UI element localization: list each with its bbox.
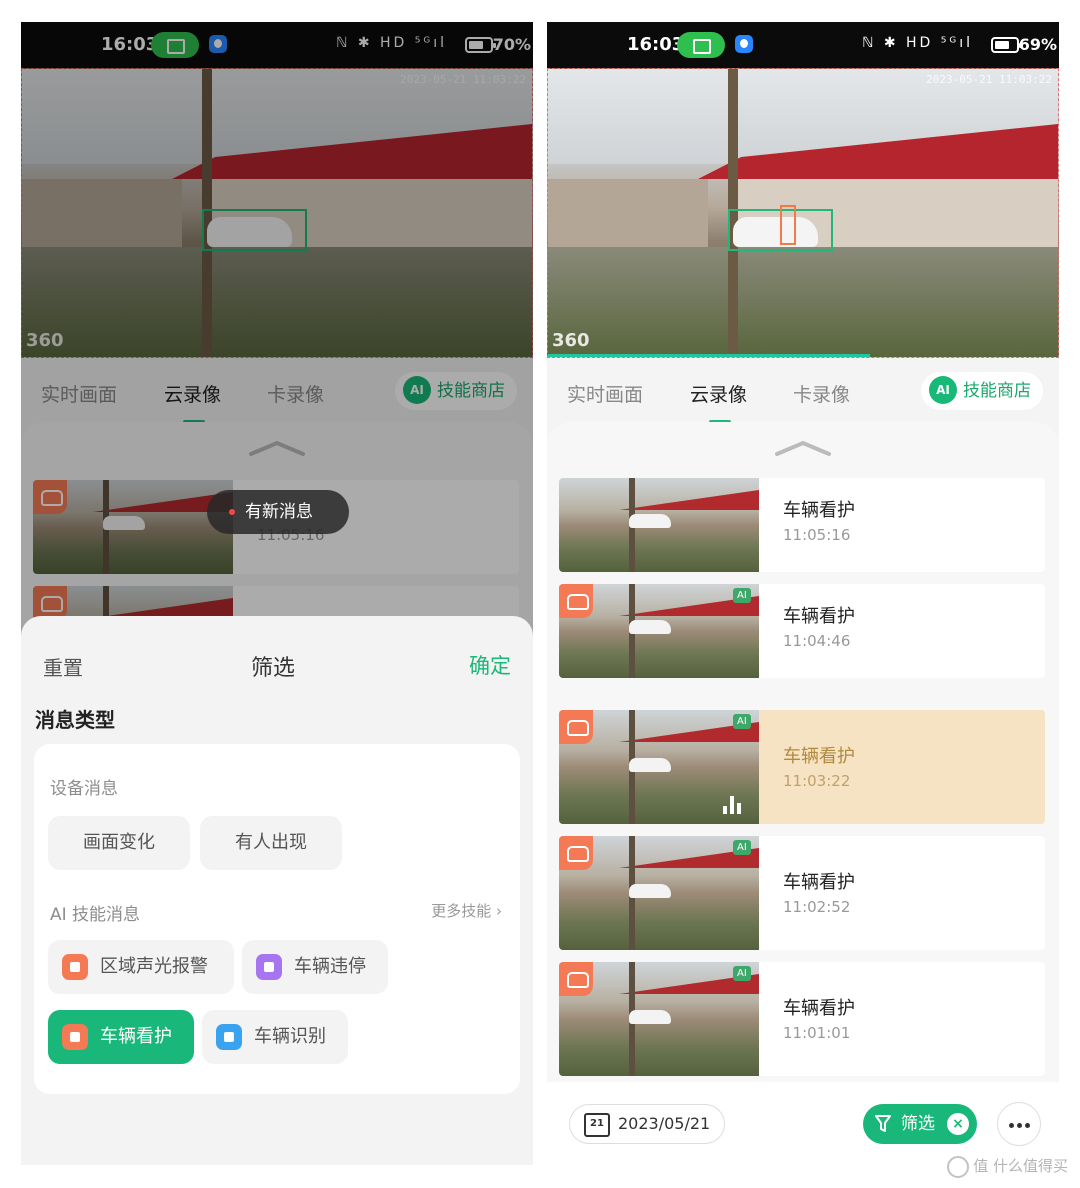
car-badge-icon — [559, 710, 593, 744]
ai-badge: AI — [733, 840, 751, 855]
list-item[interactable]: AI 车辆看护 11:01:01 — [559, 962, 1045, 1076]
signal-icons: ℕ ✱ HD ⁵ᴳıl — [862, 35, 973, 51]
ai-icon: AI — [929, 376, 957, 404]
no-parking-icon — [256, 954, 282, 980]
status-bar: 16:03 ℕ ✱ HD ⁵ᴳıl 69% — [547, 22, 1059, 68]
playback-progress[interactable] — [548, 354, 870, 357]
left-screen: 16:03 ℕ ✱ HD ⁵ᴳıl 70% 360 2023-05-21 11:… — [21, 22, 533, 1165]
battery-percent: 69% — [1018, 35, 1057, 54]
record-time: 11:01:01 — [783, 1024, 851, 1042]
car-scan-icon — [216, 1024, 242, 1050]
chip-label: 区域声光报警 — [100, 956, 208, 977]
record-title: 车辆看护 — [783, 746, 855, 767]
ai-messages-label: AI 技能消息 — [50, 905, 141, 925]
battery-icon — [991, 37, 1022, 53]
tab-cloud-recording[interactable]: 云录像 — [690, 380, 747, 407]
recording-list: 车辆看护 11:05:16 AI 车辆看护 11:04:46 AI 车辆看护 1… — [547, 422, 1059, 1182]
clear-filter-icon[interactable]: × — [947, 1113, 969, 1135]
app-notification-icon — [735, 35, 753, 53]
chip-illegal-parking[interactable]: 车辆违停 — [242, 940, 388, 994]
right-screen: 16:03 ℕ ✱ HD ⁵ᴳıl 69% 360 2023-05-21 11:… — [547, 22, 1059, 1182]
car-badge-icon — [559, 836, 593, 870]
message-type-heading: 消息类型 — [35, 708, 115, 732]
filter-options-card: 设备消息 画面变化 有人出现 AI 技能消息 更多技能 › 区域声光报警 车辆违… — [34, 744, 520, 1094]
filter-button[interactable]: 筛选 × — [863, 1104, 977, 1144]
status-time: 16:03 — [627, 34, 685, 55]
selected-date: 2023/05/21 — [618, 1114, 711, 1133]
dot — [1009, 1123, 1014, 1128]
record-thumbnail — [559, 478, 759, 572]
car-badge-icon — [559, 584, 593, 618]
car-badge-icon — [559, 962, 593, 996]
screen-cast-icon — [677, 32, 725, 58]
list-item[interactable]: 车辆看护 11:05:16 — [559, 478, 1045, 572]
record-time: 11:05:16 — [783, 526, 851, 544]
chip-label: 车辆看护 — [100, 1026, 172, 1047]
record-time: 11:04:46 — [783, 632, 851, 650]
calendar-icon: 21 — [584, 1113, 610, 1137]
reset-button[interactable]: 重置 — [43, 652, 83, 681]
more-options-button[interactable] — [997, 1102, 1041, 1146]
tab-card-recording[interactable]: 卡录像 — [793, 380, 850, 407]
chip-vehicle-recognition[interactable]: 车辆识别 — [202, 1010, 348, 1064]
skill-store-button[interactable]: AI 技能商店 — [921, 372, 1043, 410]
sheet-title: 筛选 — [251, 656, 296, 681]
chip-label: 车辆识别 — [254, 1026, 326, 1047]
list-item-active[interactable]: AI 车辆看护 11:03:22 — [559, 710, 1045, 824]
dot — [1017, 1123, 1022, 1128]
filter-sheet: 重置 筛选 确定 消息类型 设备消息 画面变化 有人出现 AI 技能消息 更多技… — [21, 616, 533, 1165]
chip-area-alarm[interactable]: 区域声光报警 — [48, 940, 234, 994]
device-messages-label: 设备消息 — [50, 779, 118, 799]
date-picker-button[interactable]: 21 2023/05/21 — [569, 1104, 726, 1144]
ai-badge: AI — [733, 588, 751, 603]
filter-label: 筛选 — [901, 1114, 935, 1134]
watermark: 值 什么值得买 — [947, 1155, 1068, 1178]
confirm-button[interactable]: 确定 — [469, 650, 511, 680]
chip-label: 车辆违停 — [294, 956, 366, 977]
person-detection-box — [780, 205, 796, 245]
record-time: 11:03:22 — [783, 772, 851, 790]
record-title: 车辆看护 — [783, 872, 855, 893]
funnel-icon — [875, 1115, 891, 1132]
record-title: 车辆看护 — [783, 606, 855, 627]
list-item[interactable]: AI 车辆看护 11:04:46 — [559, 584, 1045, 678]
car-icon — [62, 1024, 88, 1050]
tab-bar: 实时画面 云录像 卡录像 AI 技能商店 — [547, 358, 1059, 428]
new-message-toast[interactable]: 有新消息 — [207, 490, 349, 534]
chip-person-appears[interactable]: 有人出现 — [200, 816, 342, 870]
camera-timestamp: 2023-05-21 11:03:22 — [926, 73, 1052, 86]
ai-badge: AI — [733, 966, 751, 981]
dot — [1025, 1123, 1030, 1128]
more-skills-link[interactable]: 更多技能 › — [431, 900, 502, 921]
chip-scene-change[interactable]: 画面变化 — [48, 816, 190, 870]
record-time: 11:02:52 — [783, 898, 851, 916]
skill-store-label: 技能商店 — [963, 381, 1031, 401]
playing-bars-icon — [723, 796, 747, 814]
record-title: 车辆看护 — [783, 500, 855, 521]
list-item[interactable]: AI 车辆看护 11:02:52 — [559, 836, 1045, 950]
chip-vehicle-guard[interactable]: 车辆看护 — [48, 1010, 194, 1064]
tab-live[interactable]: 实时画面 — [567, 380, 643, 407]
chevron-up-icon[interactable] — [775, 440, 831, 456]
ai-badge: AI — [733, 714, 751, 729]
record-title: 车辆看护 — [783, 998, 855, 1019]
alarm-icon — [62, 954, 88, 980]
camera-logo: 360 — [552, 330, 590, 351]
camera-view[interactable]: 360 2023-05-21 11:03:22 — [547, 68, 1059, 358]
